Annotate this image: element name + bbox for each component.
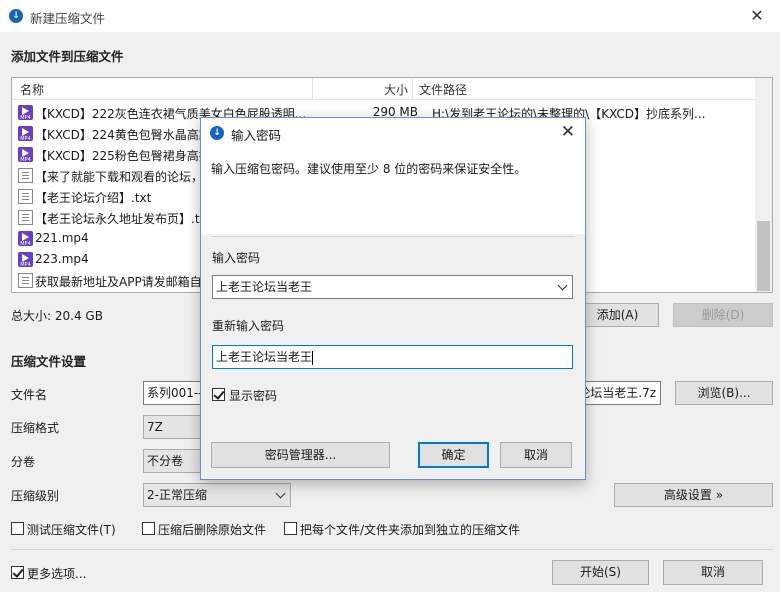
video-file-icon	[18, 105, 33, 121]
text-file-icon	[18, 273, 33, 288]
add-files-section-title: 添加文件到压缩文件	[11, 49, 124, 64]
column-header-path[interactable]: 文件路径	[419, 81, 467, 98]
dialog-description: 输入压缩包密码。建议使用至少 8 位的密码来保证安全性。	[211, 162, 527, 176]
browse-button[interactable]: 浏览(B)...	[675, 381, 773, 405]
format-select[interactable]: 7Z	[143, 415, 203, 439]
dialog-divider	[211, 236, 575, 237]
column-divider[interactable]	[412, 78, 413, 100]
chevron-down-icon	[275, 488, 286, 499]
more-options-checkbox[interactable]	[11, 566, 24, 579]
video-file-icon	[18, 252, 33, 268]
app-logo-icon: ↓	[9, 9, 23, 23]
format-label: 压缩格式	[11, 421, 60, 435]
video-file-icon	[18, 147, 33, 163]
delete-after-label[interactable]: 压缩后删除原始文件	[158, 521, 266, 538]
cancel-button[interactable]: 取消	[663, 560, 763, 585]
column-header-size[interactable]: 大小	[384, 81, 408, 98]
file-list-header: 名称 大小 文件路径	[12, 78, 757, 100]
settings-section-title: 压缩文件设置	[11, 354, 87, 369]
password-label: 输入密码	[212, 251, 261, 265]
show-password-label[interactable]: 显示密码	[229, 387, 277, 404]
dialog-cancel-button[interactable]: 取消	[500, 442, 572, 468]
window-close-icon[interactable]: ✕	[734, 0, 780, 32]
delete-button[interactable]: 删除(D)	[673, 303, 773, 327]
advanced-settings-button[interactable]: 高级设置 »	[614, 483, 773, 507]
column-divider[interactable]	[312, 78, 313, 100]
separate-archives-checkbox[interactable]	[284, 522, 297, 535]
text-file-icon	[18, 168, 33, 183]
delete-after-checkbox[interactable]	[142, 522, 155, 535]
more-options-label[interactable]: 更多选项...	[27, 565, 86, 582]
show-password-checkbox[interactable]	[212, 388, 225, 401]
total-size-label: 总大小: 20.4 GB	[11, 309, 103, 323]
volume-select[interactable]: 不分卷	[143, 449, 203, 473]
dialog-description-panel: 输入压缩包密码。建议使用至少 8 位的密码来保证安全性。	[201, 148, 585, 234]
dialog-title: 输入密码	[231, 128, 282, 143]
filename-label: 文件名	[11, 388, 48, 402]
video-file-icon	[18, 126, 33, 142]
bottom-divider	[11, 549, 773, 550]
chevron-down-icon[interactable]	[557, 280, 568, 291]
level-select[interactable]: 2-正常压缩	[143, 483, 291, 507]
test-archive-label[interactable]: 测试压缩文件(T)	[27, 521, 116, 538]
dialog-logo-icon: ↓	[210, 126, 224, 140]
start-button[interactable]: 开始(S)	[552, 560, 649, 585]
window-title: 新建压缩文件	[30, 11, 106, 26]
text-file-icon	[18, 210, 33, 225]
dialog-close-icon[interactable]: ✕	[561, 122, 575, 142]
separate-archives-label[interactable]: 把每个文件/文件夹添加到独立的压缩文件	[300, 521, 520, 538]
dialog-ok-button[interactable]: 确定	[418, 442, 489, 468]
scrollbar-thumb[interactable]	[757, 221, 770, 291]
confirm-password-input[interactable]: 上老王论坛当老王	[212, 345, 573, 369]
confirm-password-label: 重新输入密码	[212, 319, 285, 333]
volume-label: 分卷	[11, 455, 36, 469]
password-input[interactable]: 上老王论坛当老王	[212, 275, 573, 299]
password-dialog: ↓ 输入密码 ✕ 输入压缩包密码。建议使用至少 8 位的密码来保证安全性。 输入…	[200, 117, 586, 480]
password-manager-button[interactable]: 密码管理器...	[211, 442, 390, 468]
text-file-icon	[18, 189, 33, 204]
test-archive-checkbox[interactable]	[11, 522, 24, 535]
video-file-icon	[18, 231, 33, 247]
dialog-titlebar: ↓ 输入密码 ✕	[201, 118, 585, 148]
window-titlebar: ↓ 新建压缩文件 ✕	[0, 0, 780, 32]
column-header-name[interactable]: 名称	[20, 81, 44, 98]
file-list-scrollbar[interactable]	[755, 78, 772, 292]
level-label: 压缩级别	[11, 489, 60, 503]
